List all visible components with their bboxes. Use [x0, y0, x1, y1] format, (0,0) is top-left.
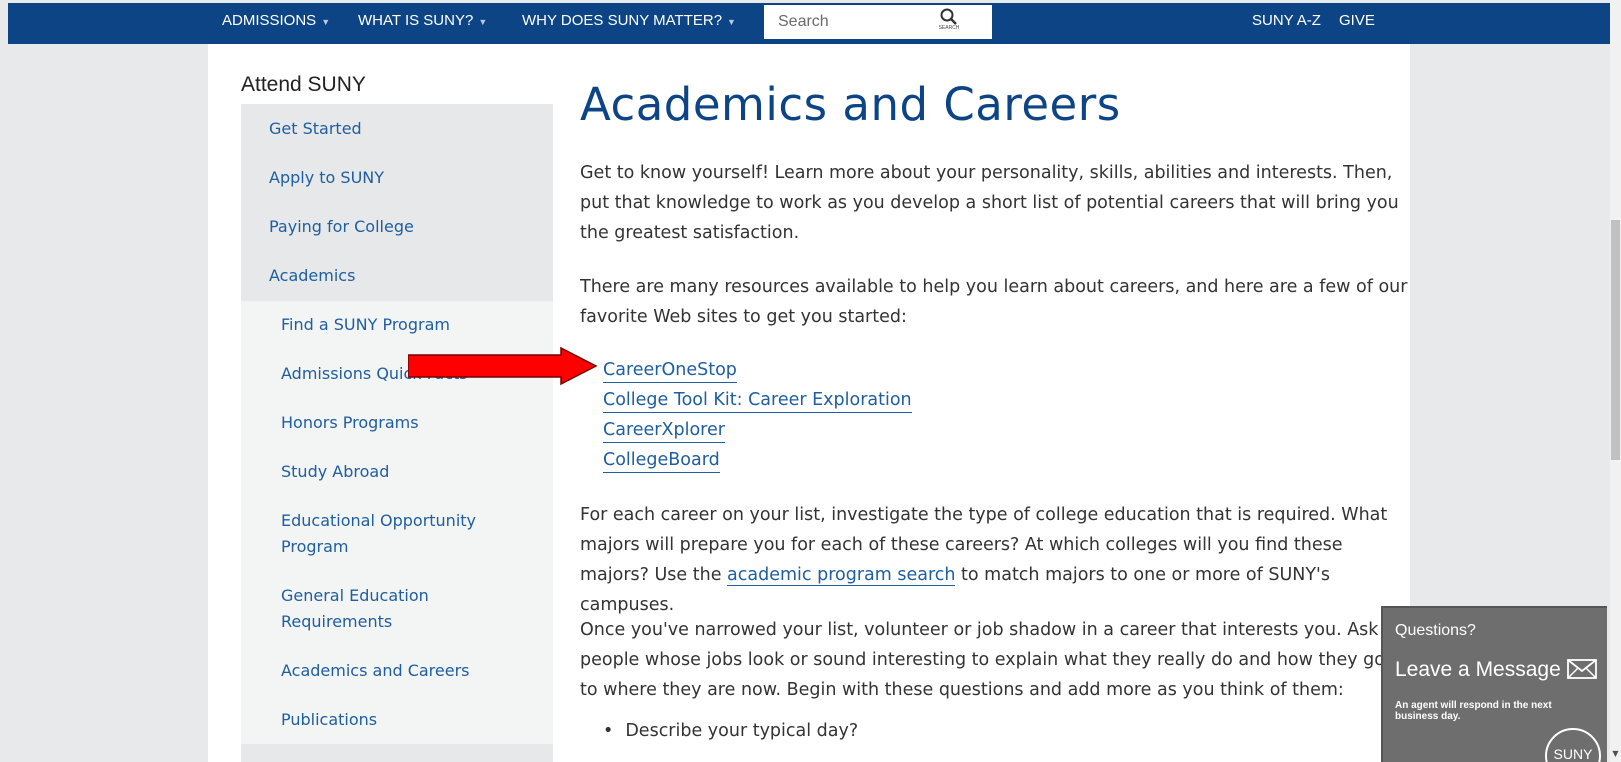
intro-paragraph: Get to know yourself! Learn more about y…: [580, 163, 1399, 243]
sidebar-item-gen-ed-line2[interactable]: Requirements: [281, 609, 392, 635]
nav-suny-a-z[interactable]: SUNY A-Z: [1252, 3, 1321, 39]
scroll-down-arrow-icon[interactable]: ▼: [1611, 748, 1620, 760]
caret-down-icon: ▼: [478, 17, 488, 27]
chat-note: An agent will respond in the next busine…: [1395, 700, 1552, 722]
sidebar-item-academics[interactable]: Academics: [269, 263, 355, 289]
nav-why-label: WHY DOES SUNY MATTER?: [522, 12, 723, 29]
red-arrow-icon: [408, 347, 598, 386]
scrollbar-thumb[interactable]: [1611, 220, 1620, 460]
sidebar-item-academics-careers[interactable]: Academics and Careers: [281, 658, 470, 684]
job-shadow-paragraph: Once you've narrowed your list, voluntee…: [580, 620, 1392, 700]
sidebar-item-eop-line2[interactable]: Program: [281, 534, 349, 560]
top-navigation-bar: ADMISSIONS ▼ WHAT IS SUNY? ▼ WHY DOES SUNY…: [8, 3, 1613, 44]
nav-what-is-suny[interactable]: WHAT IS SUNY? ▼: [358, 3, 487, 39]
magnifier-icon: [940, 8, 957, 25]
link-collegeboard[interactable]: CollegeBoard: [603, 448, 720, 473]
sidebar-item-find-program[interactable]: Find a SUNY Program: [281, 312, 450, 338]
nav-admissions-label: ADMISSIONS: [222, 12, 317, 29]
search-caption: SEARCH: [938, 25, 960, 31]
resources-intro-paragraph: There are many resources available to he…: [580, 277, 1408, 327]
sidebar-item-get-started[interactable]: Get Started: [269, 116, 362, 142]
sidebar-item-apply[interactable]: Apply to SUNY: [269, 165, 384, 191]
search-button[interactable]: SEARCH: [936, 8, 962, 36]
nav-why-does-suny-matter[interactable]: WHY DOES SUNY MATTER? ▼: [522, 3, 736, 39]
caret-down-icon: ▼: [321, 17, 331, 27]
leave-message-label: Leave a Message: [1395, 658, 1561, 681]
list-item: Describe your typical day?: [603, 718, 858, 744]
search-box: SEARCH: [764, 5, 992, 39]
chat-widget[interactable]: Questions? Leave a Message An agent will…: [1381, 606, 1607, 762]
nav-what-is-suny-label: WHAT IS SUNY?: [358, 12, 474, 29]
page-title: Academics and Careers: [580, 78, 1121, 131]
caret-down-icon: ▼: [727, 17, 736, 27]
link-academic-program-search[interactable]: academic program search: [727, 565, 956, 586]
link-college-tool-kit[interactable]: College Tool Kit: Career Exploration: [603, 388, 912, 413]
sidebar-title: Attend SUNY: [241, 73, 366, 96]
nav-admissions[interactable]: ADMISSIONS ▼: [222, 3, 330, 39]
sidebar-item-paying[interactable]: Paying for College: [269, 214, 414, 240]
envelope-icon: [1566, 659, 1597, 679]
search-input[interactable]: [764, 5, 934, 39]
majors-paragraph: For each career on your list, investigat…: [580, 500, 1410, 620]
nav-give[interactable]: GIVE: [1339, 3, 1375, 39]
sidebar-item-gen-ed[interactable]: General Education: [281, 583, 429, 609]
suny-logo: SUNY: [1545, 728, 1601, 762]
leave-message-button[interactable]: Leave a Message: [1395, 658, 1597, 682]
link-careerxplorer[interactable]: CareerXplorer: [603, 418, 725, 443]
sidebar-item-honors[interactable]: Honors Programs: [281, 410, 419, 436]
sidebar-item-eop[interactable]: Educational Opportunity: [281, 508, 476, 534]
chat-question-label: Questions?: [1395, 622, 1476, 639]
link-careeronestop[interactable]: CareerOneStop: [603, 358, 737, 383]
sidebar-item-study-abroad[interactable]: Study Abroad: [281, 459, 389, 485]
sidebar-item-publications[interactable]: Publications: [281, 707, 377, 733]
